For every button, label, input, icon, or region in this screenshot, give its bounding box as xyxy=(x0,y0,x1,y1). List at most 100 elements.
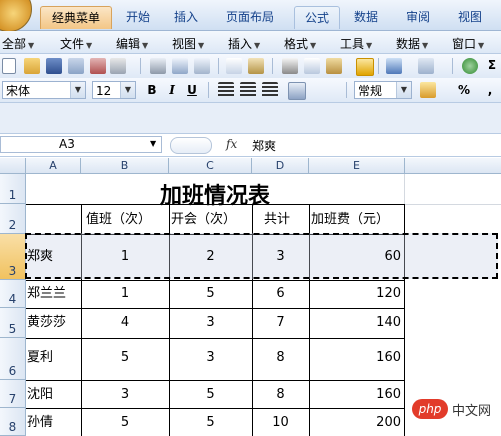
column-header-d[interactable]: D xyxy=(252,158,309,174)
tab-insert[interactable]: 插入 xyxy=(166,6,206,28)
cell-meeting[interactable]: 3 xyxy=(169,351,252,364)
cell-duty[interactable]: 5 xyxy=(81,416,169,429)
cell-pay[interactable]: 160 xyxy=(309,388,401,401)
menu-edit[interactable]: 编辑 ▼ xyxy=(116,35,148,52)
cell-pay[interactable]: 120 xyxy=(309,287,401,300)
column-header-a[interactable]: A xyxy=(26,158,81,174)
align-right-icon[interactable] xyxy=(262,82,278,98)
format-painter-icon[interactable] xyxy=(356,58,374,76)
cell-total[interactable]: 8 xyxy=(252,351,309,364)
menu-view[interactable]: 视图 ▼ xyxy=(172,35,204,52)
font-size-select[interactable]: 12 ▼ xyxy=(92,81,136,99)
menu-all[interactable]: 全部 ▼ xyxy=(2,35,34,52)
cell-pay[interactable]: 60 xyxy=(309,250,401,263)
formula-input[interactable]: 郑爽 xyxy=(252,137,276,154)
align-left-icon[interactable] xyxy=(218,82,234,98)
research-icon[interactable] xyxy=(248,58,264,74)
cut-icon[interactable] xyxy=(282,58,298,74)
permission-icon[interactable] xyxy=(68,58,84,74)
percent-button[interactable]: % xyxy=(456,82,472,98)
column-header-f[interactable] xyxy=(405,158,501,174)
office-button[interactable] xyxy=(0,0,32,32)
cell-pay[interactable]: 200 xyxy=(309,416,401,429)
row-header-7[interactable]: 7 xyxy=(0,380,26,408)
merge-center-icon[interactable] xyxy=(288,82,306,100)
menu-insert[interactable]: 插入 ▼ xyxy=(228,35,260,52)
tab-view[interactable]: 视图 xyxy=(450,6,490,28)
cell-name[interactable]: 夏利 xyxy=(27,351,79,364)
chevron-down-icon[interactable]: ▼ xyxy=(396,82,411,98)
select-all-corner[interactable] xyxy=(0,158,26,174)
cell-meeting[interactable]: 5 xyxy=(169,388,252,401)
name-box[interactable]: A3 xyxy=(0,136,162,153)
cell-total[interactable]: 10 xyxy=(252,416,309,429)
pdf-icon[interactable] xyxy=(90,58,106,74)
print-icon[interactable] xyxy=(150,58,166,74)
row-header-1[interactable]: 1 xyxy=(0,174,26,204)
number-format-select[interactable]: 常规 ▼ xyxy=(354,81,412,99)
tab-review[interactable]: 审阅 xyxy=(398,6,438,28)
autosum-icon[interactable]: Σ xyxy=(484,57,500,73)
align-center-icon[interactable] xyxy=(240,82,256,98)
tab-page-layout[interactable]: 页面布局 xyxy=(220,6,280,28)
redo-icon[interactable] xyxy=(418,58,434,74)
chevron-down-icon[interactable]: ▼ xyxy=(120,82,135,98)
open-folder-icon[interactable] xyxy=(24,58,40,74)
menu-format[interactable]: 格式 ▼ xyxy=(284,35,316,52)
italic-button[interactable]: I xyxy=(164,82,180,98)
column-header-b[interactable]: B xyxy=(81,158,169,174)
cell-total[interactable]: 8 xyxy=(252,388,309,401)
cell-total[interactable]: 3 xyxy=(252,250,309,263)
cell-duty[interactable]: 1 xyxy=(81,250,169,263)
comma-button[interactable]: , xyxy=(482,82,498,98)
header-duty[interactable]: 值班（次） xyxy=(86,213,151,226)
row-header-2[interactable]: 2 xyxy=(0,204,26,234)
cell-duty[interactable]: 1 xyxy=(81,287,169,300)
cell-name[interactable]: 郑兰兰 xyxy=(27,287,79,300)
cell-name[interactable]: 黄莎莎 xyxy=(27,316,79,329)
cell-name[interactable]: 郑爽 xyxy=(27,250,79,263)
menu-file[interactable]: 文件 ▼ xyxy=(60,35,92,52)
column-header-e[interactable]: E xyxy=(309,158,405,174)
row-header-6[interactable]: 6 xyxy=(0,338,26,380)
header-total[interactable]: 共计 xyxy=(264,213,290,226)
currency-icon[interactable] xyxy=(420,82,436,98)
cell-pay[interactable]: 160 xyxy=(309,351,401,364)
row-header-5[interactable]: 5 xyxy=(0,308,26,338)
cell-total[interactable]: 6 xyxy=(252,287,309,300)
font-name-select[interactable]: 宋体 ▼ xyxy=(2,81,86,99)
menu-window[interactable]: 窗口 ▼ xyxy=(452,35,484,52)
menu-tools[interactable]: 工具 ▼ xyxy=(340,35,372,52)
copy-icon[interactable] xyxy=(304,58,320,74)
tab-formulas[interactable]: 公式 xyxy=(294,6,340,29)
chevron-down-icon[interactable]: ▼ xyxy=(150,139,156,148)
row-header-4[interactable]: 4 xyxy=(0,280,26,308)
tab-classic-menu[interactable]: 经典菜单 xyxy=(40,6,112,29)
row-header-8[interactable]: 8 xyxy=(0,408,26,436)
menu-data[interactable]: 数据 ▼ xyxy=(396,35,428,52)
cell-duty[interactable]: 5 xyxy=(81,351,169,364)
cell-meeting[interactable]: 5 xyxy=(169,287,252,300)
sheet-title[interactable]: 加班情况表 xyxy=(26,178,404,210)
underline-button[interactable]: U xyxy=(184,82,200,98)
cell-meeting[interactable]: 3 xyxy=(169,316,252,329)
cell-name[interactable]: 沈阳 xyxy=(27,388,79,401)
cell-pay[interactable]: 140 xyxy=(309,316,401,329)
undo-icon[interactable] xyxy=(386,58,402,74)
row-header-3[interactable]: 3 xyxy=(0,234,26,280)
hyperlink-icon[interactable] xyxy=(462,58,478,74)
spelling-icon[interactable] xyxy=(226,58,242,74)
paste-icon[interactable] xyxy=(326,58,342,74)
tab-home[interactable]: 开始 xyxy=(118,6,158,28)
save-icon[interactable] xyxy=(46,58,62,74)
print-preview-icon[interactable] xyxy=(172,58,188,74)
cell-meeting[interactable]: 2 xyxy=(169,250,252,263)
bold-button[interactable]: B xyxy=(144,82,160,98)
cell-total[interactable]: 7 xyxy=(252,316,309,329)
insert-function-icon[interactable]: fx xyxy=(226,137,237,151)
header-meeting[interactable]: 开会（次） xyxy=(171,213,236,226)
cell-duty[interactable]: 4 xyxy=(81,316,169,329)
page-setup-icon[interactable] xyxy=(194,58,210,74)
email-icon[interactable] xyxy=(110,58,126,74)
cell-meeting[interactable]: 5 xyxy=(169,416,252,429)
